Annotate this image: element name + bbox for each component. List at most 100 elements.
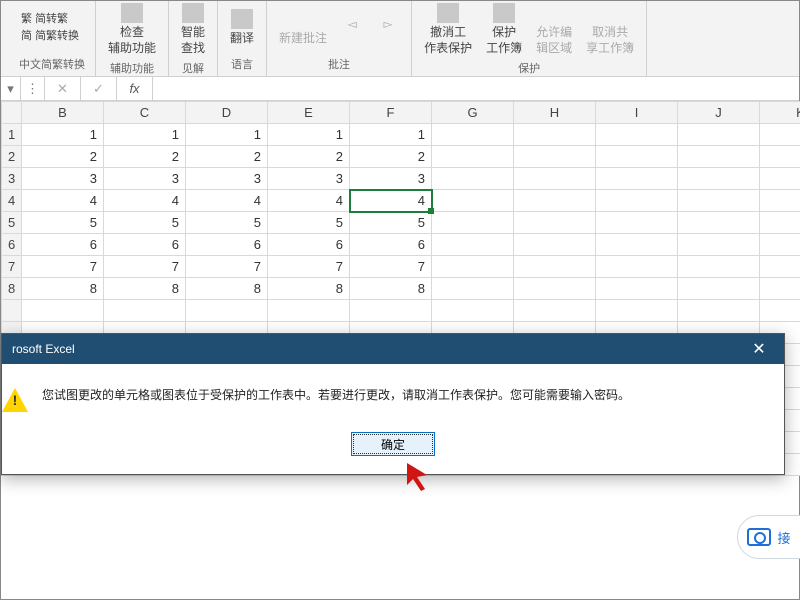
cell[interactable]: [514, 146, 596, 168]
select-all-corner[interactable]: [2, 102, 22, 124]
cell[interactable]: [596, 212, 678, 234]
cell[interactable]: [432, 168, 514, 190]
cell[interactable]: 8: [22, 278, 104, 300]
row-header[interactable]: 2: [2, 146, 22, 168]
cell[interactable]: [678, 300, 760, 322]
cell[interactable]: [432, 234, 514, 256]
cell[interactable]: 6: [186, 234, 268, 256]
smart-lookup-button[interactable]: 智能 查找: [179, 1, 207, 58]
row-header[interactable]: 3: [2, 168, 22, 190]
cell[interactable]: [514, 168, 596, 190]
cell[interactable]: [514, 212, 596, 234]
cell[interactable]: [596, 278, 678, 300]
cell[interactable]: [596, 300, 678, 322]
cell[interactable]: [760, 234, 800, 256]
cell[interactable]: [596, 234, 678, 256]
simplified-traditional-button[interactable]: 繁 简转繁 简 简繁转换: [19, 9, 81, 46]
row-header[interactable]: 8: [2, 278, 22, 300]
cell[interactable]: 8: [350, 278, 432, 300]
cell[interactable]: 8: [268, 278, 350, 300]
cell[interactable]: 3: [350, 168, 432, 190]
cell[interactable]: [432, 278, 514, 300]
row-header[interactable]: 6: [2, 234, 22, 256]
cell[interactable]: [432, 300, 514, 322]
column-header[interactable]: I: [596, 102, 678, 124]
cell[interactable]: [432, 190, 514, 212]
column-header[interactable]: D: [186, 102, 268, 124]
cell[interactable]: [678, 146, 760, 168]
cell[interactable]: 4: [22, 190, 104, 212]
column-header[interactable]: B: [22, 102, 104, 124]
row-header[interactable]: 7: [2, 256, 22, 278]
cell[interactable]: 2: [186, 146, 268, 168]
cell[interactable]: 1: [350, 124, 432, 146]
protect-workbook-button[interactable]: 保护 工作簿: [484, 1, 524, 58]
unprotect-sheet-button[interactable]: 撤消工 作表保护: [422, 1, 474, 58]
cell[interactable]: 5: [350, 212, 432, 234]
cell[interactable]: 1: [268, 124, 350, 146]
column-header[interactable]: H: [514, 102, 596, 124]
cell[interactable]: [514, 234, 596, 256]
cell[interactable]: [760, 256, 800, 278]
cell[interactable]: [22, 300, 104, 322]
cell[interactable]: [760, 212, 800, 234]
cell[interactable]: [596, 146, 678, 168]
name-box-dropdown[interactable]: ▾: [1, 77, 21, 100]
cell[interactable]: [514, 256, 596, 278]
cell[interactable]: 6: [104, 234, 186, 256]
cell[interactable]: 2: [350, 146, 432, 168]
column-header[interactable]: J: [678, 102, 760, 124]
cell[interactable]: 5: [186, 212, 268, 234]
cell[interactable]: 8: [186, 278, 268, 300]
formula-input[interactable]: [153, 77, 799, 100]
cell[interactable]: 6: [22, 234, 104, 256]
cell[interactable]: [432, 212, 514, 234]
translate-button[interactable]: 翻译: [228, 7, 256, 49]
cell[interactable]: [350, 300, 432, 322]
cell[interactable]: [514, 124, 596, 146]
screen-capture-badge[interactable]: 接: [737, 515, 800, 559]
cell[interactable]: [104, 300, 186, 322]
column-header[interactable]: E: [268, 102, 350, 124]
cell[interactable]: [268, 300, 350, 322]
cell[interactable]: 7: [22, 256, 104, 278]
row-header[interactable]: 4: [2, 190, 22, 212]
cell[interactable]: [186, 300, 268, 322]
cell[interactable]: 7: [268, 256, 350, 278]
dialog-close-button[interactable]: ✕: [744, 339, 774, 359]
row-header[interactable]: 1: [2, 124, 22, 146]
cell[interactable]: 4: [268, 190, 350, 212]
cell[interactable]: 7: [350, 256, 432, 278]
cell[interactable]: 5: [22, 212, 104, 234]
cell[interactable]: [514, 190, 596, 212]
row-header[interactable]: [2, 300, 22, 322]
cell[interactable]: 7: [186, 256, 268, 278]
cell[interactable]: [678, 256, 760, 278]
insert-function-button[interactable]: fx: [117, 77, 153, 100]
cell[interactable]: [760, 146, 800, 168]
cell[interactable]: 8: [104, 278, 186, 300]
cell[interactable]: [760, 124, 800, 146]
row-header[interactable]: 5: [2, 212, 22, 234]
cell[interactable]: [514, 300, 596, 322]
cell[interactable]: 5: [268, 212, 350, 234]
cell[interactable]: 2: [268, 146, 350, 168]
check-accessibility-button[interactable]: 检查 辅助功能: [106, 1, 158, 58]
cell[interactable]: [432, 256, 514, 278]
column-header[interactable]: G: [432, 102, 514, 124]
cell[interactable]: [678, 190, 760, 212]
cell[interactable]: [678, 168, 760, 190]
cell[interactable]: [596, 124, 678, 146]
cell[interactable]: [760, 168, 800, 190]
cell[interactable]: [678, 212, 760, 234]
cell[interactable]: 1: [186, 124, 268, 146]
cell[interactable]: [678, 234, 760, 256]
cell[interactable]: 2: [22, 146, 104, 168]
cell[interactable]: 4: [186, 190, 268, 212]
cell[interactable]: [596, 168, 678, 190]
cell[interactable]: 3: [104, 168, 186, 190]
cell[interactable]: [432, 146, 514, 168]
cell[interactable]: [514, 278, 596, 300]
cell[interactable]: [596, 256, 678, 278]
cell[interactable]: [678, 278, 760, 300]
